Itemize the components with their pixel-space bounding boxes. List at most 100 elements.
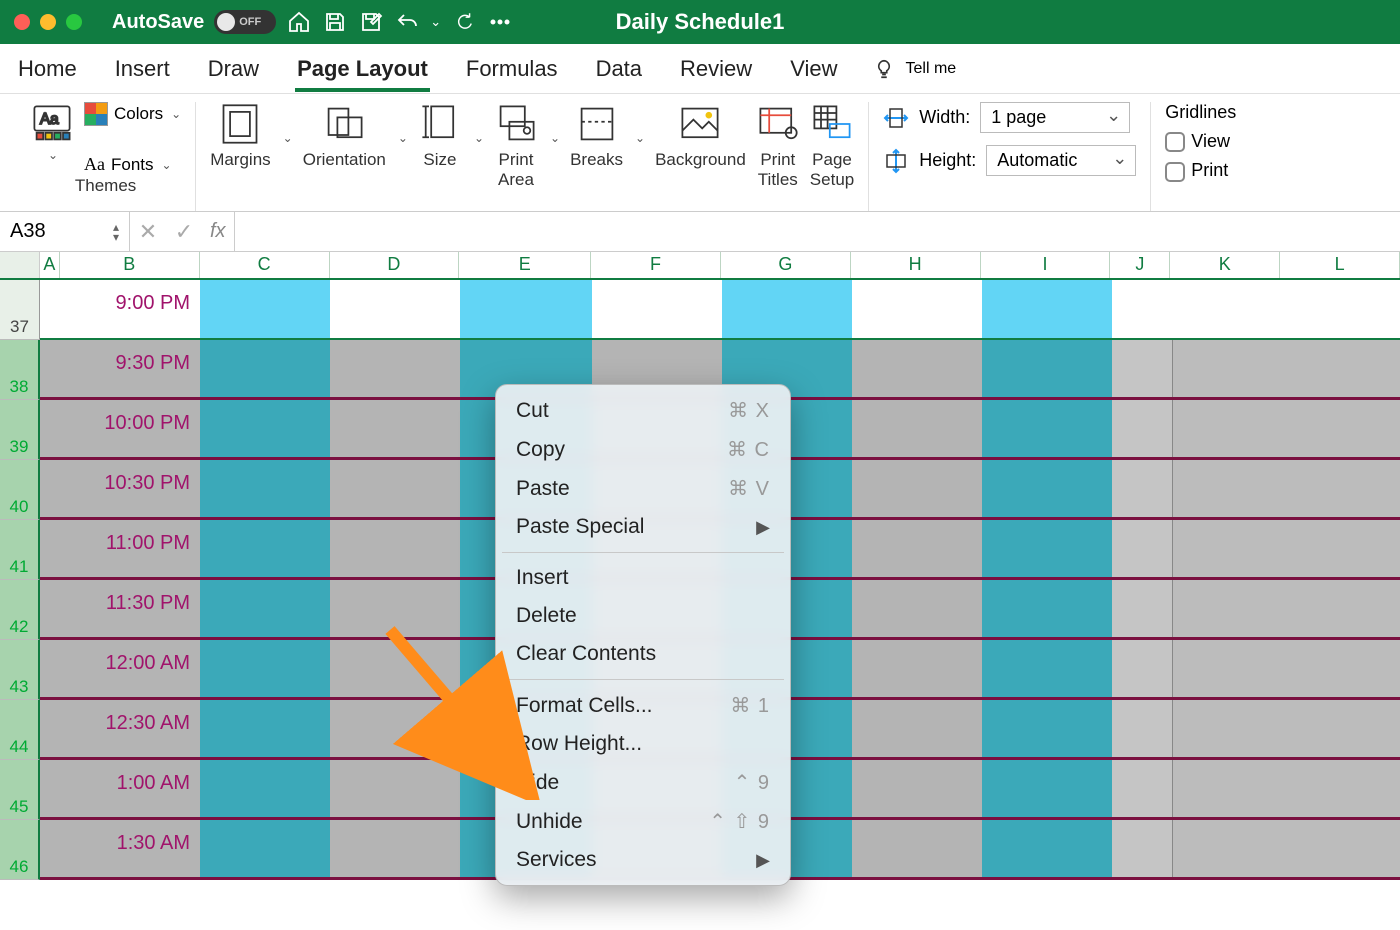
height-select[interactable]: Automatic	[986, 145, 1136, 176]
col-header-H[interactable]: H	[851, 252, 981, 278]
cell[interactable]	[40, 280, 60, 338]
col-header-B[interactable]: B	[60, 252, 200, 278]
row-header[interactable]: 43	[0, 640, 40, 700]
cell[interactable]	[852, 460, 982, 517]
zoom-window-button[interactable]	[66, 14, 82, 30]
col-header-K[interactable]: K	[1170, 252, 1280, 278]
row-header[interactable]: 38	[0, 340, 40, 400]
cells-rest[interactable]	[1172, 400, 1400, 457]
cell[interactable]	[40, 520, 60, 577]
cells-rest[interactable]	[1172, 460, 1400, 517]
cell[interactable]	[40, 640, 60, 697]
menu-item-hide[interactable]: Hide⌃ 9	[496, 763, 790, 802]
tab-page-layout[interactable]: Page Layout	[295, 46, 430, 92]
table-row[interactable]: 37 9:00 PM	[0, 280, 1400, 340]
cell[interactable]	[982, 520, 1112, 577]
name-box[interactable]: A38 ▴▾	[0, 212, 130, 251]
cell[interactable]	[200, 580, 330, 637]
undo-icon[interactable]	[394, 9, 420, 35]
cell[interactable]	[852, 340, 982, 397]
cell[interactable]	[982, 640, 1112, 697]
cell[interactable]	[982, 580, 1112, 637]
col-header-D[interactable]: D	[330, 252, 460, 278]
cell[interactable]	[330, 520, 460, 577]
cell[interactable]	[40, 760, 60, 817]
row-header[interactable]: 39	[0, 400, 40, 460]
cells-rest[interactable]	[1172, 520, 1400, 577]
cell[interactable]	[460, 280, 592, 338]
row-header[interactable]: 41	[0, 520, 40, 580]
cell[interactable]	[852, 400, 982, 457]
menu-item-delete[interactable]: Delete	[496, 597, 790, 635]
cell[interactable]: 1:30 AM	[60, 820, 200, 877]
close-window-button[interactable]	[14, 14, 30, 30]
cells-rest[interactable]	[1172, 760, 1400, 817]
minimize-window-button[interactable]	[40, 14, 56, 30]
cell[interactable]	[852, 280, 982, 338]
print-area-button[interactable]: Print Area	[494, 102, 538, 189]
tab-review[interactable]: Review	[678, 46, 754, 92]
menu-item-cut[interactable]: Cut⌘ X	[496, 391, 790, 430]
select-all-corner[interactable]	[0, 252, 40, 278]
tell-me-search[interactable]: Tell me	[873, 58, 956, 80]
cells-rest[interactable]	[1172, 280, 1400, 338]
cell[interactable]: 10:00 PM	[60, 400, 200, 457]
row-header[interactable]: 45	[0, 760, 40, 820]
cell[interactable]	[982, 820, 1112, 877]
cell[interactable]	[1112, 340, 1172, 397]
cell[interactable]	[200, 760, 330, 817]
cell[interactable]	[200, 700, 330, 757]
col-header-L[interactable]: L	[1280, 252, 1400, 278]
col-header-G[interactable]: G	[721, 252, 851, 278]
menu-item-clear-contents[interactable]: Clear Contents	[496, 635, 790, 673]
cell[interactable]	[200, 340, 330, 397]
col-header-F[interactable]: F	[591, 252, 721, 278]
menu-item-insert[interactable]: Insert	[496, 559, 790, 597]
cell[interactable]	[330, 580, 460, 637]
save-as-icon[interactable]	[358, 9, 384, 35]
cell[interactable]	[1112, 820, 1172, 877]
cancel-formula-button[interactable]: ✕	[130, 212, 166, 251]
cell[interactable]	[1112, 520, 1172, 577]
cell[interactable]	[852, 700, 982, 757]
col-header-A[interactable]: A	[40, 252, 60, 278]
breaks-button[interactable]: Breaks	[570, 102, 623, 170]
formula-input[interactable]	[235, 212, 1400, 251]
row-header[interactable]: 42	[0, 580, 40, 640]
fonts-dropdown[interactable]: Aa Fonts⌄	[84, 154, 181, 175]
cell[interactable]	[982, 340, 1112, 397]
cell[interactable]: 9:00 PM	[60, 280, 200, 338]
cell[interactable]	[982, 700, 1112, 757]
row-header[interactable]: 40	[0, 460, 40, 520]
gridlines-print-checkbox[interactable]: Print	[1165, 160, 1236, 181]
cell[interactable]	[1112, 580, 1172, 637]
cell[interactable]	[40, 820, 60, 877]
row-header[interactable]: 37	[0, 280, 40, 340]
cell[interactable]	[200, 520, 330, 577]
cell[interactable]	[1112, 700, 1172, 757]
cell[interactable]	[852, 760, 982, 817]
cell[interactable]	[1112, 400, 1172, 457]
cell[interactable]	[200, 280, 330, 338]
menu-item-services[interactable]: Services▶	[496, 841, 790, 879]
menu-item-row-height[interactable]: Row Height...	[496, 725, 790, 763]
col-header-J[interactable]: J	[1110, 252, 1170, 278]
menu-item-unhide[interactable]: Unhide⌃ ⇧ 9	[496, 802, 790, 841]
cell[interactable]	[40, 400, 60, 457]
orientation-button[interactable]: Orientation	[303, 102, 386, 170]
cell[interactable]	[40, 460, 60, 517]
menu-item-paste-special[interactable]: Paste Special▶	[496, 508, 790, 546]
cell[interactable]	[330, 280, 460, 338]
cell[interactable]	[200, 460, 330, 517]
cell[interactable]: 12:30 AM	[60, 700, 200, 757]
cell[interactable]	[982, 400, 1112, 457]
size-button[interactable]: Size	[418, 102, 462, 170]
cell[interactable]: 10:30 PM	[60, 460, 200, 517]
themes-icon[interactable]: Aa	[30, 102, 74, 146]
tab-draw[interactable]: Draw	[206, 46, 261, 92]
cells-rest[interactable]	[1172, 700, 1400, 757]
themes-caret[interactable]: ⌄	[48, 148, 58, 162]
cell[interactable]	[982, 760, 1112, 817]
menu-item-paste[interactable]: Paste⌘ V	[496, 469, 790, 508]
cell[interactable]: 12:00 AM	[60, 640, 200, 697]
